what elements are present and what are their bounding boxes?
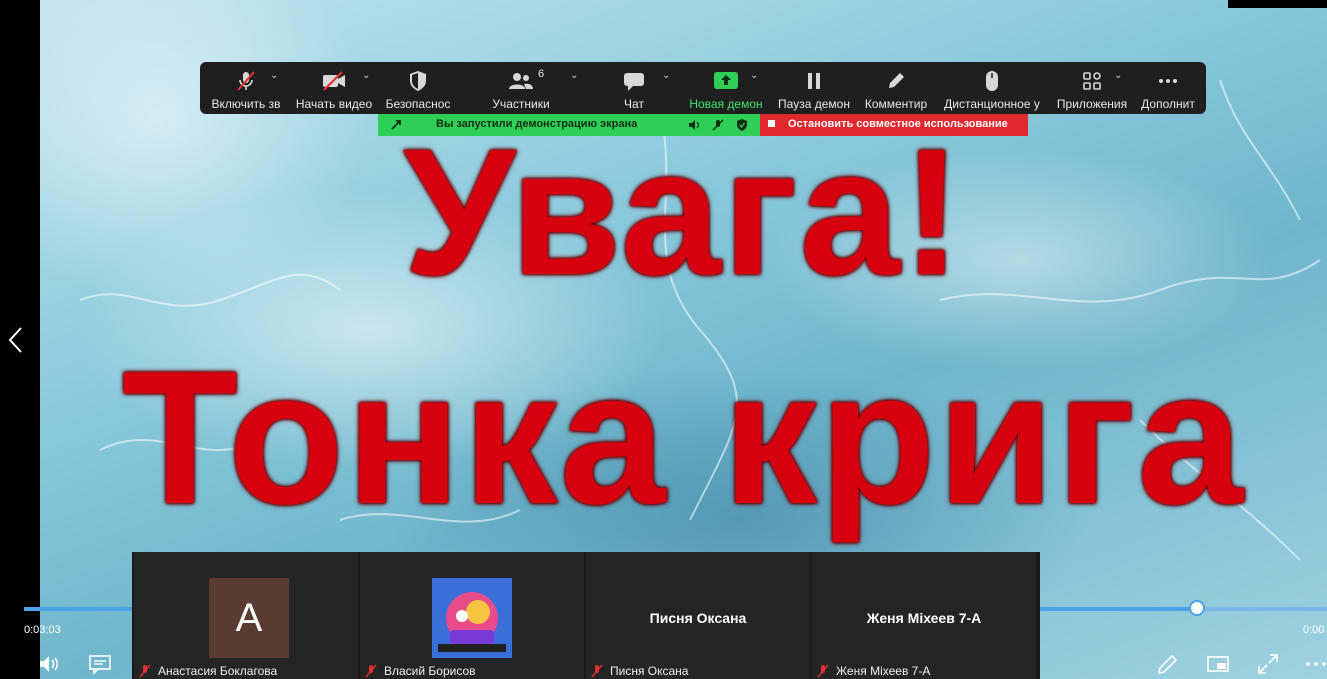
- meeting-toolbar: Включить зв ⌄ Начать видео ⌄ Безопаснос …: [200, 62, 1206, 114]
- avatar: A: [209, 578, 289, 658]
- left-arrow-icon[interactable]: [6, 326, 26, 354]
- avatar: [432, 578, 512, 658]
- participants-strip: A Анастасия Боклагова Власий Борисов Пис…: [132, 552, 1040, 679]
- mic-muted-icon: [817, 664, 829, 678]
- participant-tile[interactable]: A Анастасия Боклагова: [134, 552, 358, 679]
- video-options-caret[interactable]: ⌄: [362, 70, 370, 81]
- annotate-button[interactable]: Комментир: [862, 62, 930, 114]
- chat-icon: [623, 70, 645, 92]
- participant-name: Женя Міхеев 7-А: [836, 664, 931, 678]
- arrows-icon: [391, 120, 401, 130]
- pen-icon: [885, 70, 907, 92]
- apps-icon: [1081, 70, 1103, 92]
- speaker-icon[interactable]: [688, 119, 700, 131]
- top-bar-edge: [1228, 0, 1327, 8]
- participant-name: Писня Оксана: [610, 664, 689, 678]
- mouse-icon: [984, 70, 1000, 92]
- end-time: 0:00: [1303, 624, 1325, 636]
- participant-name: Анастасия Боклагова: [158, 664, 278, 678]
- participant-tile[interactable]: Женя Міхеев 7-А Женя Міхеев 7-А: [812, 552, 1036, 679]
- participant-tile[interactable]: Власий Борисов: [360, 552, 584, 679]
- progress-handle[interactable]: [1188, 600, 1205, 616]
- stop-square-icon: [768, 120, 775, 127]
- mic-muted-icon: [365, 664, 377, 678]
- pencil-icon[interactable]: [1156, 652, 1180, 676]
- people-icon: [508, 70, 534, 92]
- current-time: 0:03:03: [24, 624, 61, 636]
- participant-center-name: Женя Міхеев 7-А: [866, 610, 982, 626]
- more-button[interactable]: Дополнит: [1136, 62, 1200, 114]
- shield-icon: [408, 70, 428, 92]
- participant-tile[interactable]: Писня Оксана Писня Оксана: [586, 552, 810, 679]
- participant-center-name: Писня Оксана: [649, 610, 747, 626]
- shield-check-icon[interactable]: [736, 119, 748, 131]
- share-options-caret[interactable]: ⌄: [750, 70, 758, 81]
- pip-icon[interactable]: [1206, 652, 1230, 676]
- mic-muted-icon: [139, 664, 151, 678]
- captions-icon[interactable]: [88, 652, 112, 676]
- chat-button[interactable]: Чат: [614, 62, 654, 114]
- remote-control-button[interactable]: Дистанционное у: [942, 62, 1042, 114]
- participants-count: 6: [538, 68, 545, 80]
- mute-options-caret[interactable]: ⌄: [270, 70, 278, 81]
- mic-muted-icon: [235, 70, 257, 92]
- fullscreen-icon[interactable]: [1256, 652, 1280, 676]
- chat-options-caret[interactable]: ⌄: [662, 70, 670, 81]
- mic-muted-icon: [591, 664, 603, 678]
- participant-name: Власий Борисов: [384, 664, 476, 678]
- share-status-bar: Вы запустили демонстрацию экрана: [378, 114, 760, 136]
- pause-icon: [805, 70, 823, 92]
- share-status-message: Вы запустили демонстрацию экрана: [436, 118, 638, 130]
- pause-share-button[interactable]: Пауза демон: [776, 62, 852, 114]
- participants-options-caret[interactable]: ⌄: [570, 70, 578, 81]
- more-dots-icon[interactable]: [1304, 652, 1327, 676]
- apps-options-caret[interactable]: ⌄: [1114, 70, 1122, 81]
- volume-icon[interactable]: [38, 652, 62, 676]
- video-off-icon: [321, 70, 347, 92]
- mic-muted-icon[interactable]: [712, 119, 724, 131]
- stop-share-button[interactable]: Остановить совместное использование: [760, 114, 1028, 136]
- more-icon: [1157, 70, 1179, 92]
- participants-button[interactable]: Участники: [486, 62, 556, 114]
- security-button[interactable]: Безопаснос: [382, 62, 454, 114]
- slide-title-line1: Увага!: [403, 112, 964, 313]
- slide-title-line2: Тонка крига: [121, 332, 1246, 544]
- share-up-icon: [713, 70, 739, 92]
